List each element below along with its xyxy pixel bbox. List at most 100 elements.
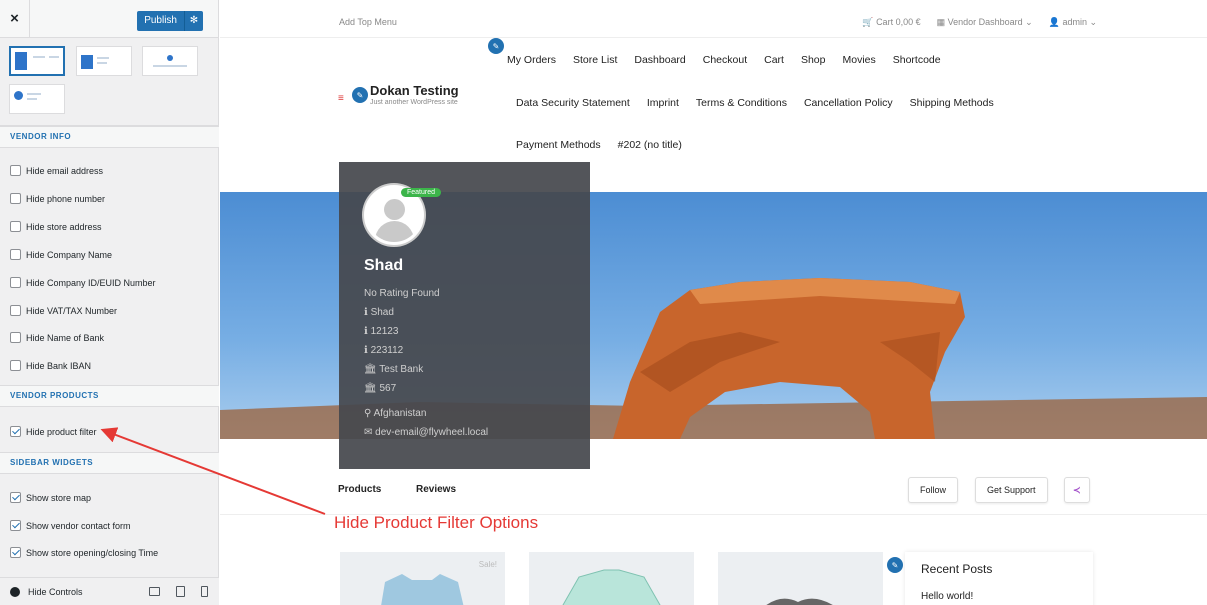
product-image [766, 598, 833, 605]
mobile-preview-icon[interactable] [201, 586, 208, 597]
nav-item[interactable]: Terms & Conditions [696, 97, 787, 109]
edit-pencil-icon[interactable]: ✎ [887, 557, 903, 573]
publish-label[interactable]: Publish [137, 11, 185, 31]
option-label: Hide Company Name [26, 249, 113, 260]
option-label: Show store opening/closing Time [26, 547, 159, 558]
hide-controls-icon[interactable] [10, 586, 20, 597]
option-row[interactable]: Hide store address [10, 221, 102, 232]
option-checkbox[interactable] [10, 165, 21, 176]
vendor-email: ✉ dev-email@flywheel.local [364, 427, 488, 438]
nav-item[interactable]: #202 (no title) [618, 139, 682, 151]
nav-item[interactable]: Cancellation Policy [804, 97, 893, 109]
tab-reviews[interactable]: Reviews [416, 484, 456, 495]
bank-icon: 🏛 [364, 364, 380, 375]
follow-button[interactable]: Follow [908, 477, 959, 503]
option-row[interactable]: Hide VAT/TAX Number [10, 305, 117, 316]
option-row[interactable]: Hide phone number [10, 193, 105, 204]
get-support-button[interactable]: Get Support [975, 477, 1048, 503]
sale-badge: Sale! [478, 560, 497, 569]
option-checkbox[interactable] [10, 360, 21, 371]
site-title[interactable]: Dokan Testing [370, 83, 462, 98]
recent-post-link[interactable]: Hello world! [921, 591, 1077, 602]
location-pin-icon: ⚲ [364, 408, 374, 419]
cart-total: Cart 0,00 € [876, 17, 921, 27]
nav-item[interactable]: Data Security Statement [516, 97, 630, 109]
cart-link[interactable]: 🛒 Cart 0,00 € [862, 17, 920, 28]
nav-item[interactable]: Shop [801, 54, 826, 66]
product-card[interactable]: Sale! [340, 552, 505, 605]
desktop-preview-icon[interactable] [149, 587, 160, 596]
add-top-menu-link[interactable]: Add Top Menu [339, 17, 397, 27]
vendor-dashboard-link[interactable]: ▦ Vendor Dashboard ⌄ [937, 17, 1033, 28]
nav-item[interactable]: Store List [573, 54, 617, 66]
option-label: Hide store address [26, 221, 102, 232]
layout-option-3[interactable] [142, 46, 198, 76]
nav-item[interactable]: Dashboard [634, 54, 685, 66]
vendor-company: ℹ Shad [364, 307, 394, 318]
option-label: Hide Name of Bank [26, 332, 105, 343]
option-checkbox[interactable] [10, 277, 21, 288]
nav-item[interactable]: Shipping Methods [910, 97, 994, 109]
user-menu[interactable]: 👤 admin ⌄ [1049, 17, 1097, 28]
option-checkbox[interactable] [10, 249, 21, 260]
option-checkbox[interactable] [10, 193, 21, 204]
site-branding[interactable]: ≡ ✎ Dokan Testing Just another WordPress… [338, 83, 462, 107]
vendor-bank: 🏛 Test Bank [364, 364, 423, 375]
nav-item[interactable]: My Orders [507, 54, 556, 66]
edit-pencil-icon[interactable]: ✎ [352, 87, 368, 103]
option-row[interactable]: Show vendor contact form [10, 520, 131, 531]
primary-nav-row-1: My Orders Store List Dashboard Checkout Cart… [507, 54, 941, 66]
vendor-company-id-value: 12123 [370, 326, 399, 337]
option-checkbox[interactable] [10, 547, 21, 558]
option-checkbox[interactable] [10, 221, 21, 232]
option-row[interactable]: Hide Bank IBAN [10, 360, 91, 371]
option-row[interactable]: Show store opening/closing Time [10, 547, 158, 558]
nav-item[interactable]: Movies [842, 54, 875, 66]
close-icon[interactable]: × [0, 0, 30, 38]
option-row[interactable]: Hide product filter [10, 426, 97, 437]
site-header: ≡ ✎ Dokan Testing Just another WordPress… [220, 38, 1207, 162]
option-checkbox[interactable] [10, 332, 21, 343]
layout-option-2[interactable] [76, 46, 132, 76]
option-checkbox[interactable] [10, 520, 21, 531]
option-label: Show store map [26, 492, 92, 503]
option-checkbox[interactable] [10, 305, 21, 316]
option-row[interactable]: Hide Company Name [10, 249, 112, 260]
nav-item[interactable]: Imprint [647, 97, 679, 109]
vendor-profile-card: Featured Shad No Rating Found ℹ Shad ℹ 1… [339, 162, 590, 469]
tab-products[interactable]: Products [338, 484, 381, 495]
vendor-email-value[interactable]: dev-email@flywheel.local [375, 427, 488, 438]
nav-item[interactable]: Cart [764, 54, 784, 66]
option-label: Hide VAT/TAX Number [26, 305, 118, 316]
product-card[interactable] [718, 552, 883, 605]
vendor-vat-value: 223112 [370, 345, 404, 356]
option-checkbox[interactable] [10, 426, 21, 437]
nav-item[interactable]: Shortcode [893, 54, 941, 66]
edit-pencil-icon[interactable]: ✎ [488, 38, 504, 54]
recent-posts-widget: Recent Posts Hello world! [905, 552, 1093, 605]
vendor-company-name: Shad [370, 307, 394, 318]
vendor-rating: No Rating Found [364, 288, 440, 299]
product-image [562, 569, 661, 605]
option-checkbox[interactable] [10, 492, 21, 503]
product-card[interactable] [529, 552, 694, 605]
nav-item[interactable]: Payment Methods [516, 139, 601, 151]
option-row[interactable]: Show store map [10, 492, 91, 503]
option-row[interactable]: Hide Name of Bank [10, 332, 104, 343]
menu-icon[interactable]: ≡ [338, 93, 348, 104]
nav-item[interactable]: Checkout [703, 54, 747, 66]
customizer-sidebar: × Publish ✻ VENDOR INFO Hide email addre… [0, 0, 219, 605]
option-row[interactable]: Hide Company ID/EUID Number [10, 277, 156, 288]
option-row[interactable]: Hide email address [10, 165, 103, 176]
gear-icon[interactable]: ✻ [185, 11, 203, 31]
publish-button[interactable]: Publish ✻ [137, 11, 203, 31]
vendor-name: Shad [364, 257, 404, 274]
tablet-preview-icon[interactable] [176, 586, 185, 597]
share-icon[interactable]: ≺ [1064, 477, 1090, 503]
vendor-dashboard-label: Vendor Dashboard [947, 17, 1023, 27]
primary-nav-row-3: Payment Methods #202 (no title) [516, 139, 682, 151]
hide-controls-label[interactable]: Hide Controls [28, 587, 83, 597]
user-name: admin [1062, 17, 1087, 27]
layout-option-4[interactable] [9, 84, 65, 114]
layout-option-1[interactable] [9, 46, 65, 76]
